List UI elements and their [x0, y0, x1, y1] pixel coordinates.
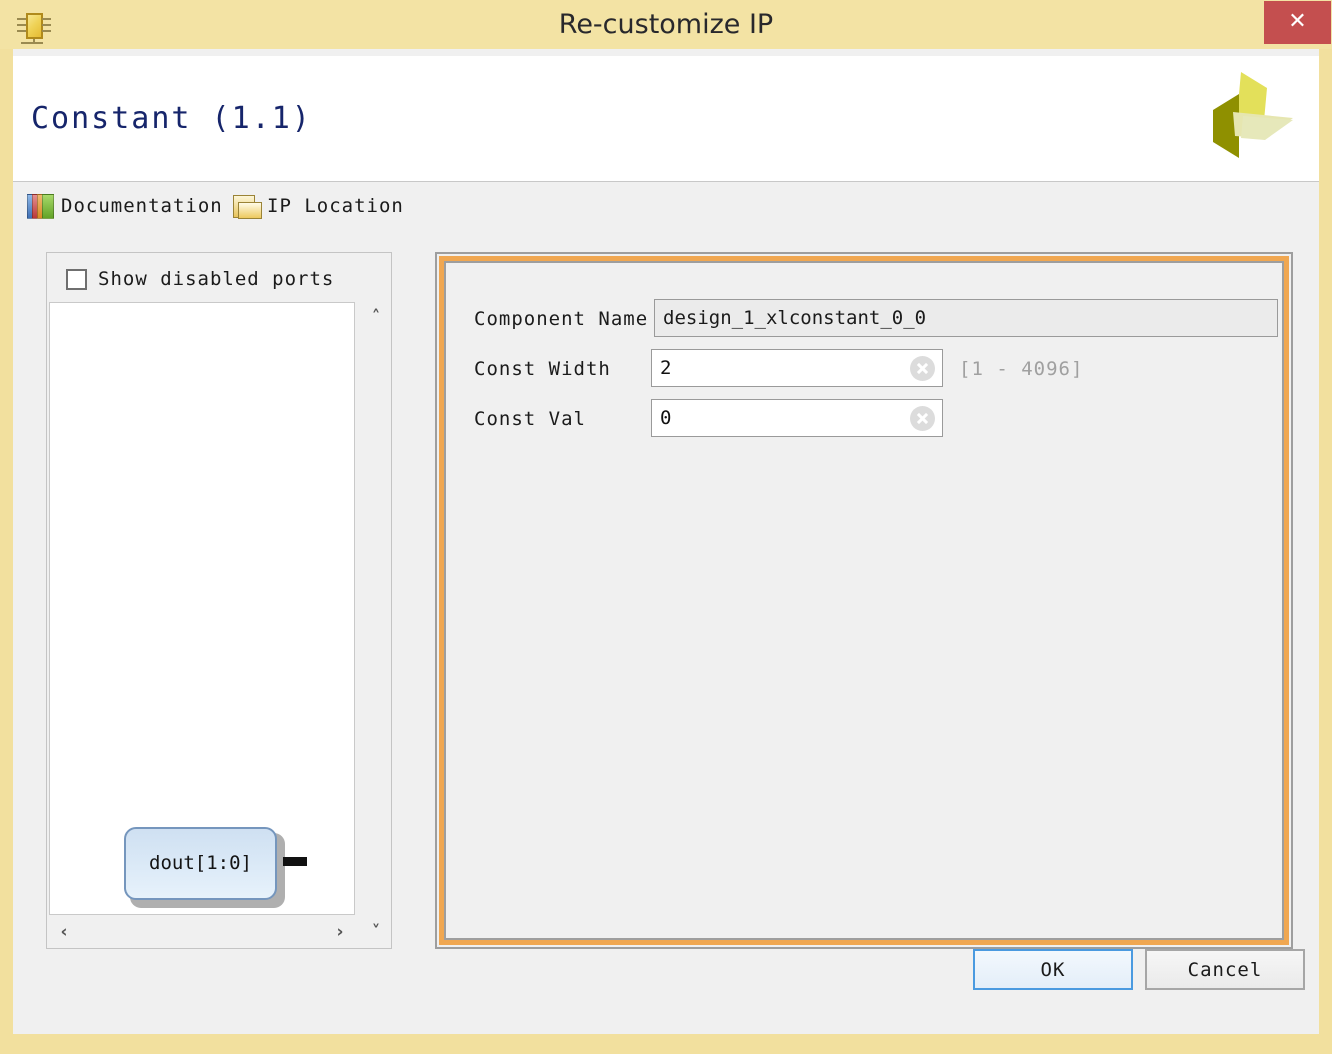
- symbol-panel: Show disabled ports dout[1:0] ˄ ˅ ‹ ›: [46, 252, 392, 949]
- ip-config-panel: Component Name Const Width [1 - 4096] Co…: [435, 252, 1293, 949]
- ip-symbol-block: dout[1:0]: [124, 827, 307, 908]
- const-width-input[interactable]: [651, 349, 943, 387]
- xilinx-logo: [1213, 72, 1293, 158]
- const-width-label: Const Width: [474, 358, 611, 380]
- horizontal-scrollbar[interactable]: ‹ ›: [49, 917, 355, 947]
- ip-config-panel-accent: Component Name Const Width [1 - 4096] Co…: [439, 256, 1289, 945]
- cancel-button[interactable]: Cancel: [1145, 949, 1305, 990]
- show-disabled-ports-label: Show disabled ports: [98, 268, 335, 290]
- scroll-up-icon[interactable]: ˄: [361, 302, 391, 332]
- const-val-input[interactable]: [651, 399, 943, 437]
- ip-output-pin: [283, 857, 307, 866]
- ip-header: Constant (1.1): [13, 56, 1319, 182]
- documentation-label: Documentation: [61, 195, 223, 217]
- close-button[interactable]: ✕: [1264, 1, 1331, 44]
- ip-config-panel-content: Component Name Const Width [1 - 4096] Co…: [444, 261, 1284, 940]
- component-name-input[interactable]: [654, 299, 1278, 337]
- const-val-row: Const Val: [446, 399, 1286, 439]
- ip-toolbar: Documentation IP Location: [13, 183, 1319, 231]
- ok-button[interactable]: OK: [973, 949, 1133, 990]
- window-title: Re-customize IP: [558, 9, 774, 40]
- const-width-range-hint: [1 - 4096]: [959, 358, 1084, 380]
- dialog-window: Re-customize IP ✕ Constant (1.1) Documen…: [0, 0, 1332, 1054]
- show-disabled-ports-row[interactable]: Show disabled ports: [47, 253, 391, 302]
- ip-location-label: IP Location: [267, 195, 404, 217]
- const-width-row: Const Width [1 - 4096]: [446, 349, 1286, 389]
- scroll-down-icon[interactable]: ˅: [361, 917, 391, 947]
- const-val-label: Const Val: [474, 408, 586, 430]
- close-icon: ✕: [1288, 9, 1307, 34]
- const-val-clear-icon[interactable]: [910, 406, 935, 431]
- dialog-body: Constant (1.1) Documentation IP Location…: [13, 49, 1319, 1034]
- component-name-row: Component Name: [446, 299, 1286, 339]
- const-width-clear-icon[interactable]: [910, 356, 935, 381]
- page-title: Constant (1.1): [31, 101, 312, 136]
- show-disabled-ports-checkbox[interactable]: [66, 269, 87, 290]
- scroll-right-icon[interactable]: ›: [325, 917, 355, 947]
- scroll-left-icon[interactable]: ‹: [49, 917, 79, 947]
- ip-port-label: dout[1:0]: [149, 852, 252, 874]
- title-bar: Re-customize IP ✕: [0, 0, 1332, 49]
- symbol-canvas[interactable]: dout[1:0]: [49, 302, 355, 915]
- books-icon: [27, 194, 55, 220]
- folder-icon: [233, 195, 263, 220]
- symbol-canvas-wrap: dout[1:0] ˄ ˅ ‹ ›: [49, 302, 391, 947]
- component-name-label: Component Name: [474, 308, 649, 330]
- vertical-scrollbar[interactable]: ˄ ˅: [361, 302, 391, 947]
